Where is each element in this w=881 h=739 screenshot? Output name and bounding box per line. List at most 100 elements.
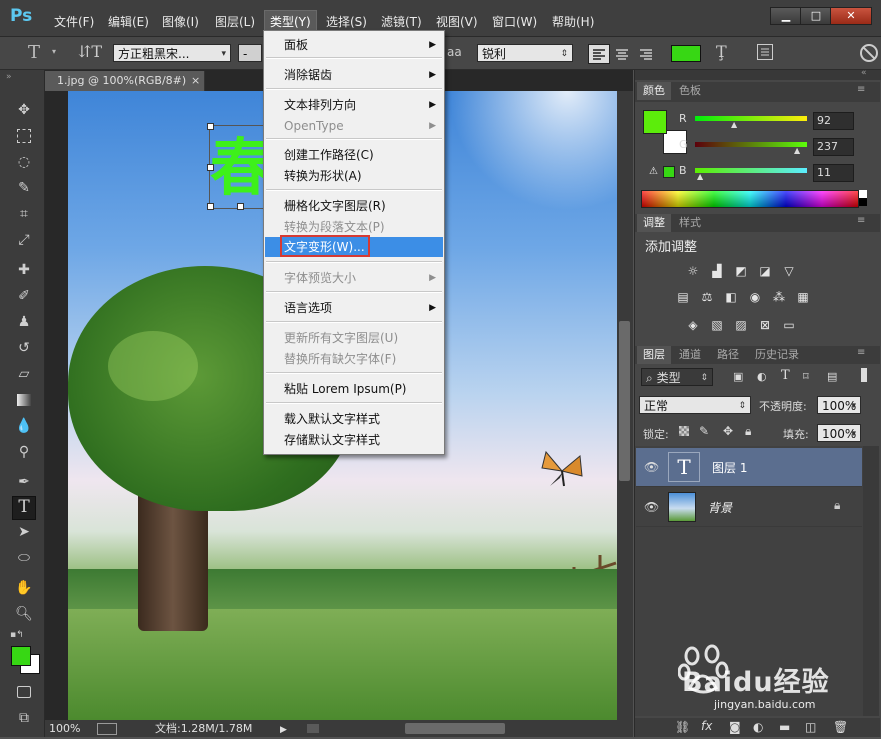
panel-menu-icon[interactable]: ≡ [857, 215, 865, 226]
color-fg-swatch[interactable] [643, 110, 667, 134]
blue-slider[interactable] [695, 168, 807, 173]
tab-swatches[interactable]: 色板 [673, 82, 707, 100]
slider-thumb-icon[interactable]: ▲ [731, 120, 737, 129]
menu-item-convert-to-shape[interactable]: 转换为形状(A) [284, 167, 442, 185]
filter-shape-icon[interactable]: ⌑ [803, 370, 809, 383]
tab-adjustments[interactable]: 调整 [637, 214, 671, 232]
vertical-scrollbar[interactable] [617, 91, 633, 720]
filter-adjust-icon[interactable]: ◐ [757, 370, 767, 383]
move-tool-icon[interactable]: ✥ [14, 100, 34, 120]
lasso-tool-icon[interactable]: ◌ [14, 152, 34, 172]
menu-item-text-orientation[interactable]: 文本排列方向 ▶ [284, 96, 442, 114]
black-white-icon[interactable]: ◧ [723, 290, 739, 304]
red-slider[interactable] [695, 116, 807, 121]
slider-thumb-icon[interactable]: ▲ [697, 172, 703, 181]
blend-mode-select[interactable]: 正常 ⇕ [639, 396, 751, 414]
gradient-map-icon[interactable]: ▭ [781, 318, 797, 332]
menu-item-load-default-style[interactable]: 载入默认文字样式 [284, 410, 442, 428]
healing-brush-tool-icon[interactable]: ✚ [14, 260, 34, 280]
text-orientation-icon[interactable]: ⇵T [78, 42, 102, 61]
link-icon[interactable]: ⛓ [675, 720, 690, 734]
font-style-select[interactable]: - [238, 44, 262, 62]
mask-icon[interactable]: ◙ [729, 720, 741, 734]
fill-input[interactable]: 100% ▾ [817, 424, 861, 442]
gamut-swatch[interactable] [663, 166, 675, 178]
scroll-left-icon[interactable] [307, 724, 319, 733]
color-balance-icon[interactable]: ⚖ [699, 290, 715, 304]
quick-select-tool-icon[interactable]: ✎ [14, 178, 34, 198]
menu-help[interactable]: 帮助(H) [552, 13, 594, 30]
green-slider[interactable] [695, 142, 807, 147]
menu-edit[interactable]: 编辑(E) [108, 13, 149, 30]
layer-name[interactable]: 背景 [708, 499, 732, 516]
filter-type-icon[interactable]: T [781, 368, 790, 383]
lock-position-icon[interactable]: ✥ [723, 424, 733, 438]
stamp-tool-icon[interactable]: ♟ [14, 312, 34, 332]
eraser-tool-icon[interactable]: ▱ [14, 364, 34, 384]
menu-select[interactable]: 选择(S) [326, 13, 367, 30]
red-value[interactable]: 92 [813, 112, 854, 130]
eye-icon[interactable]: 👁︎ [644, 460, 659, 474]
hand-tool-icon[interactable]: ✋ [14, 578, 34, 598]
tab-paths[interactable]: 路径 [711, 346, 745, 364]
horizontal-scrollbar-thumb[interactable] [405, 723, 505, 734]
photo-filter-icon[interactable]: ◉ [747, 290, 763, 304]
panel-menu-icon[interactable]: ≡ [857, 347, 865, 358]
default-colors-icon[interactable]: ▪↰ [10, 630, 24, 640]
tab-color[interactable]: 颜色 [637, 82, 671, 100]
green-value[interactable]: 237 [813, 138, 854, 156]
play-icon[interactable]: ▶ [280, 722, 287, 739]
zoom-level[interactable]: 100% [49, 720, 80, 737]
marquee-tool-icon[interactable] [14, 126, 34, 146]
tab-layers[interactable]: 图层 [637, 346, 671, 364]
collapse-icon[interactable]: » [6, 72, 12, 82]
menu-view[interactable]: 视图(V) [436, 13, 478, 30]
invert-icon[interactable]: ◈ [685, 318, 701, 332]
curves-icon[interactable]: ◩ [733, 264, 749, 278]
lock-pixels-icon[interactable]: ✎ [699, 424, 709, 438]
menu-item-save-default-style[interactable]: 存储默认文字样式 [284, 431, 442, 449]
chevron-down-icon[interactable]: ▾ [52, 47, 56, 56]
color-lookup-icon[interactable]: ▦ [795, 290, 811, 304]
menu-filter[interactable]: 滤镜(T) [381, 13, 422, 30]
foreground-color-swatch[interactable] [11, 646, 31, 666]
trash-icon[interactable]: 🗑︎ [833, 720, 848, 734]
new-layer-icon[interactable]: ◫ [805, 720, 816, 734]
menu-file[interactable]: 文件(F) [54, 13, 94, 30]
blue-value[interactable]: 11 [813, 164, 854, 182]
menu-image[interactable]: 图像(I) [162, 13, 199, 30]
eye-icon[interactable]: 👁︎ [644, 500, 659, 514]
text-tool-icon[interactable]: T [28, 42, 40, 63]
pen-tool-icon[interactable]: ✒ [14, 472, 34, 492]
levels-icon[interactable]: ▟ [709, 264, 725, 278]
posterize-icon[interactable]: ▧ [709, 318, 725, 332]
text-color-swatch[interactable] [671, 45, 701, 62]
fx-icon[interactable]: fx [701, 719, 712, 733]
filter-toggle[interactable] [861, 368, 867, 382]
quick-mask-icon[interactable] [14, 682, 34, 702]
ellipse-tool-icon[interactable]: ⬭ [14, 548, 34, 568]
bw-swatch[interactable] [859, 190, 867, 206]
exposure-icon[interactable]: ◪ [757, 264, 773, 278]
warning-icon[interactable]: ⚠ [649, 166, 658, 177]
menu-window[interactable]: 窗口(W) [492, 13, 537, 30]
menu-layer[interactable]: 图层(L) [215, 13, 255, 30]
scrollbar-thumb[interactable] [619, 321, 630, 481]
type-tool-icon[interactable]: T [12, 496, 36, 520]
collapse-icon[interactable]: « [861, 68, 867, 78]
eyedropper-tool-icon[interactable]: ⤢ [14, 230, 34, 250]
path-select-tool-icon[interactable]: ➤ [14, 522, 34, 542]
zoom-tool-icon[interactable]: 🔍︎ [14, 604, 34, 624]
history-brush-tool-icon[interactable]: ↺ [14, 338, 34, 358]
lock-icon[interactable]: 🔒︎ [834, 498, 840, 513]
document-tab[interactable]: 1.jpg @ 100%(RGB/8#) × [45, 71, 205, 91]
minimize-button[interactable]: ▁ [770, 7, 802, 25]
group-icon[interactable]: ▬ [779, 720, 790, 734]
adjustment-layer-icon[interactable]: ◐ [753, 720, 763, 734]
layer-filter-select[interactable]: ⌕ 类型 ⇕ [641, 368, 713, 386]
tab-channels[interactable]: 通道 [673, 346, 707, 364]
layer-name[interactable]: 图层 1 [712, 459, 747, 476]
selective-color-icon[interactable]: ⊠ [757, 318, 773, 332]
menu-item-paste-lorem[interactable]: 粘贴 Lorem Ipsum(P) [284, 380, 442, 398]
antialias-select[interactable]: 锐利 ⇕ [477, 44, 573, 62]
